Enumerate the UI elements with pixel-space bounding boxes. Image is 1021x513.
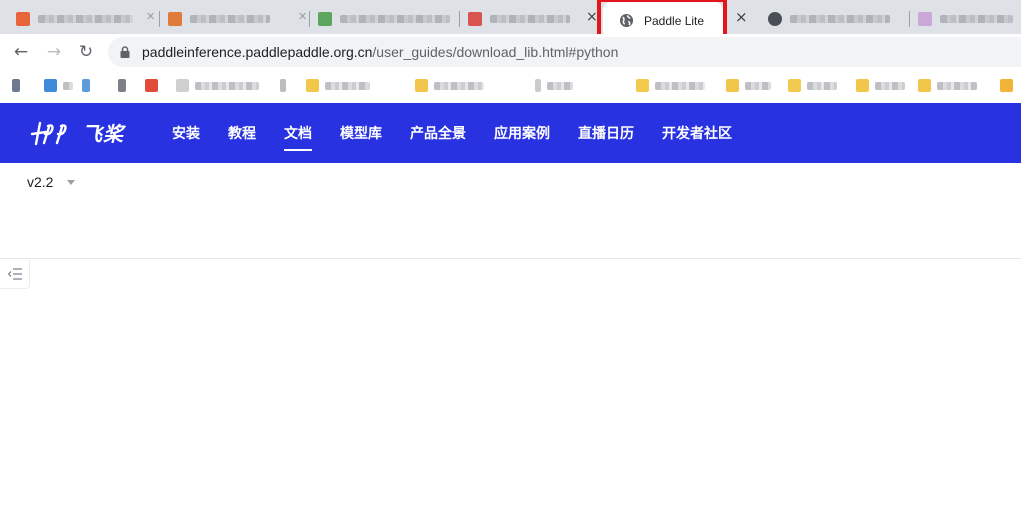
site-favicon-icon xyxy=(16,11,30,26)
bookmark-item[interactable] xyxy=(176,79,259,92)
main-nav: 安装 教程 文档 模型库 产品全景 应用案例 直播日历 开发者社区 xyxy=(172,103,760,163)
bookmark-item[interactable] xyxy=(415,79,484,92)
bookmark-item[interactable] xyxy=(918,79,977,92)
bookmark-favicon-icon xyxy=(856,79,869,92)
bookmark-favicon-icon xyxy=(535,79,541,92)
tab-close-icon[interactable]: × xyxy=(586,9,598,25)
bookmark-favicon-icon xyxy=(280,79,286,92)
bookmarks-bar xyxy=(0,70,1021,102)
nav-item-products[interactable]: 产品全景 xyxy=(410,103,466,163)
bookmark-item[interactable] xyxy=(82,79,90,92)
forward-arrow-icon[interactable]: → xyxy=(43,41,65,63)
bookmark-favicon-icon xyxy=(44,79,57,92)
tab-title-blurred xyxy=(790,14,890,23)
browser-tab[interactable] xyxy=(310,3,460,34)
site-favicon-icon xyxy=(918,11,932,26)
nav-item-use-cases[interactable]: 应用案例 xyxy=(494,103,550,163)
bookmark-favicon-icon xyxy=(1000,79,1013,92)
bookmark-item[interactable] xyxy=(535,79,573,92)
bookmark-item[interactable] xyxy=(145,79,158,92)
logo-text: 飞桨 xyxy=(82,123,124,146)
version-label: v2.2 xyxy=(27,174,54,190)
globe-icon xyxy=(619,13,634,28)
nav-item-live-calendar[interactable]: 直播日历 xyxy=(578,103,634,163)
bookmark-item[interactable] xyxy=(12,79,20,92)
chevron-down-icon xyxy=(67,179,76,185)
nav-item-docs[interactable]: 文档 xyxy=(284,103,312,163)
toc-toggle-button[interactable] xyxy=(0,259,30,289)
tab-close-icon[interactable]: ✕ xyxy=(146,10,155,23)
site-header: 飞桨 安装 教程 文档 模型库 产品全景 应用案例 直播日历 开发者社区 xyxy=(0,103,1021,163)
reload-icon[interactable]: ↻ xyxy=(75,41,97,63)
tab-title-blurred xyxy=(190,14,270,23)
address-bar[interactable]: paddleinference.paddlepaddle.org.cn/user… xyxy=(108,37,1021,67)
nav-item-install[interactable]: 安装 xyxy=(172,103,200,163)
bookmark-favicon-icon xyxy=(415,79,428,92)
nav-item-model-zoo[interactable]: 模型库 xyxy=(340,103,382,163)
site-favicon-icon xyxy=(168,11,182,26)
bookmark-favicon-icon xyxy=(788,79,801,92)
tab-title-blurred xyxy=(340,14,450,23)
paddle-logo-icon xyxy=(30,121,67,146)
version-selector[interactable]: v2.2 xyxy=(27,174,76,190)
browser-tab[interactable]: ✕ xyxy=(8,3,160,34)
active-tab-title: Paddle Lite xyxy=(644,13,705,28)
bookmark-item[interactable] xyxy=(788,79,837,92)
bookmark-item[interactable] xyxy=(726,79,771,92)
toc-list-icon xyxy=(7,267,22,280)
bookmark-item[interactable] xyxy=(636,79,705,92)
tab-title-blurred xyxy=(38,14,133,23)
bookmark-item[interactable] xyxy=(280,79,286,92)
bookmark-favicon-icon xyxy=(636,79,649,92)
tab-close-icon[interactable]: ✕ xyxy=(298,10,307,23)
browser-tab[interactable] xyxy=(760,3,910,34)
browser-tab[interactable]: ✕ xyxy=(160,3,310,34)
tab-title-blurred xyxy=(490,14,570,23)
bookmark-favicon-icon xyxy=(176,79,189,92)
site-logo[interactable]: 飞桨 xyxy=(30,117,124,147)
bookmark-favicon-icon xyxy=(145,79,158,92)
nav-item-tutorials[interactable]: 教程 xyxy=(228,103,256,163)
site-favicon-icon xyxy=(468,11,482,26)
browser-toolbar: ← → ↻ paddleinference.paddlepaddle.org.c… xyxy=(0,34,1021,70)
bookmark-item[interactable] xyxy=(1000,79,1013,92)
tab-strip: ✕ ✕ × Paddle Lite × xyxy=(0,0,1021,44)
bookmark-item[interactable] xyxy=(44,79,73,92)
active-tab-close-icon[interactable]: × xyxy=(735,8,748,26)
browser-tab[interactable] xyxy=(910,3,1021,34)
nav-item-developer-community[interactable]: 开发者社区 xyxy=(662,103,732,163)
site-favicon-icon xyxy=(768,11,782,26)
bookmark-item[interactable] xyxy=(856,79,905,92)
tab-title-blurred xyxy=(940,14,1013,23)
bookmark-favicon-icon xyxy=(118,79,126,92)
bookmark-item[interactable] xyxy=(306,79,370,92)
url-host: paddleinference.paddlepaddle.org.cn xyxy=(142,44,373,60)
content-divider xyxy=(0,258,1021,259)
bookmark-favicon-icon xyxy=(918,79,931,92)
browser-tab[interactable]: × xyxy=(460,3,600,34)
bookmark-favicon-icon xyxy=(306,79,319,92)
url-path: /user_guides/download_lib.html#python xyxy=(372,44,619,60)
bookmark-item[interactable] xyxy=(118,79,126,92)
site-favicon-icon xyxy=(318,11,332,26)
bookmark-favicon-icon xyxy=(82,79,90,92)
bookmark-favicon-icon xyxy=(12,79,20,92)
lock-icon[interactable] xyxy=(120,46,130,58)
back-arrow-icon[interactable]: ← xyxy=(10,41,32,63)
bookmark-favicon-icon xyxy=(726,79,739,92)
